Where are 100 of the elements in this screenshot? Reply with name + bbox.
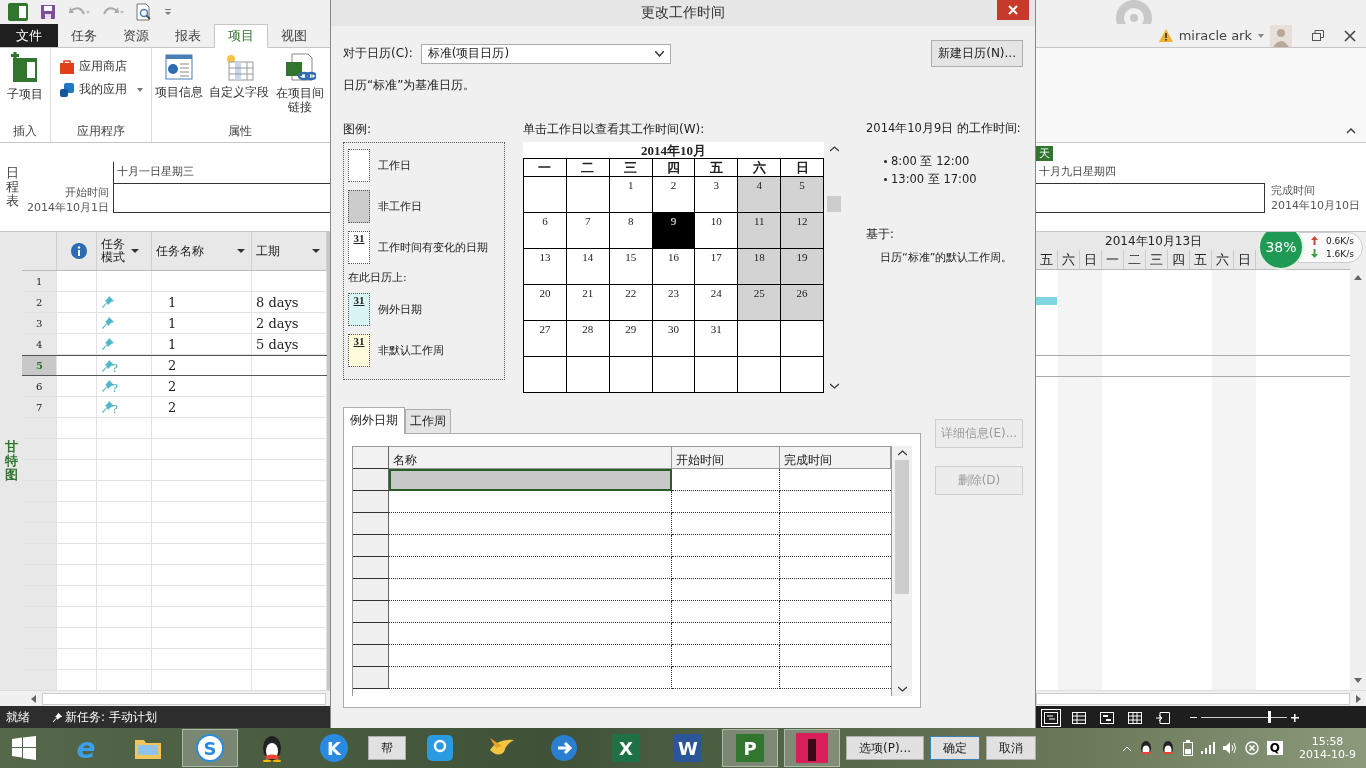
help-button[interactable]: 帮 [368, 736, 406, 760]
windows-start-icon[interactable] [12, 736, 36, 760]
timeline-bar[interactable] [1036, 182, 1265, 213]
account-name[interactable]: miracle ark [1178, 28, 1252, 43]
calendar-day[interactable] [738, 357, 782, 393]
ribbon-tab[interactable]: 报表 [162, 24, 214, 47]
exception-row[interactable] [353, 557, 891, 579]
save-icon[interactable] [40, 4, 56, 20]
calendar-day[interactable]: 15 [609, 249, 653, 285]
dialog-tab[interactable]: 例外日期 [343, 407, 405, 434]
report-icon[interactable] [1156, 711, 1170, 724]
calendar-day[interactable]: 5 [781, 177, 824, 213]
print-preview-icon[interactable] [136, 3, 152, 21]
scroll-up-icon[interactable] [829, 146, 839, 152]
calendar-day[interactable]: 8 [609, 213, 653, 249]
calendar-day[interactable]: 30 [652, 321, 696, 357]
taskbar-app[interactable]: K [306, 729, 362, 767]
scroll-up-icon[interactable] [1354, 274, 1362, 280]
exception-row[interactable] [353, 491, 891, 513]
calendar-day[interactable]: 6 [524, 213, 567, 249]
ribbon-button[interactable]: 我的应用 [57, 81, 145, 98]
calendar-day[interactable]: 22 [609, 285, 653, 321]
exception-row[interactable] [353, 513, 891, 535]
calendar-day[interactable] [781, 321, 824, 357]
zoom-slider[interactable] [1190, 713, 1299, 722]
exception-row[interactable] [353, 667, 891, 689]
calendar-day[interactable]: 10 [695, 213, 739, 249]
calendar-day[interactable]: 29 [609, 321, 653, 357]
calendar-day[interactable] [524, 177, 567, 213]
exception-row[interactable] [353, 601, 891, 623]
ribbon-tab[interactable]: 任务 [58, 24, 110, 47]
ribbon-tab[interactable]: 视图 [268, 24, 320, 47]
restore-icon[interactable] [1312, 30, 1324, 41]
new-task-mode[interactable]: 新任务: 手动计划 [65, 709, 157, 726]
horizontal-scrollbar[interactable] [0, 690, 330, 706]
customize-dropdown-icon[interactable] [164, 8, 172, 16]
calendar-day[interactable]: 25 [738, 285, 782, 321]
scroll-down-icon[interactable] [829, 383, 839, 389]
task-row[interactable]: 2 1 8 days [22, 292, 327, 313]
exception-row[interactable] [353, 469, 891, 491]
show-hidden-icons[interactable] [1122, 745, 1131, 751]
table-scrollbar[interactable] [892, 446, 912, 696]
x-circle-icon[interactable] [1244, 741, 1259, 755]
column-header[interactable]: 完成时间 [780, 447, 891, 469]
calendar-day[interactable] [695, 357, 739, 393]
calendar-day[interactable] [524, 357, 567, 393]
column-header[interactable]: 任务模式 [97, 232, 152, 270]
calendar-day[interactable] [652, 357, 696, 393]
dialog-button[interactable]: 确定 [930, 736, 981, 760]
task-row[interactable]: 5 ? 2 [22, 355, 327, 376]
ribbon-button[interactable]: 自定义字段 [207, 52, 272, 123]
column-header[interactable]: 工期 [252, 232, 327, 270]
scrollbar-thumb[interactable] [827, 196, 841, 212]
close-icon[interactable] [1344, 29, 1356, 42]
task-row[interactable]: 3 1 2 days [22, 313, 327, 334]
zoom-thumb[interactable] [1268, 711, 1272, 723]
calendar-day[interactable]: 7 [566, 213, 610, 249]
calendar-day[interactable] [781, 357, 824, 393]
exception-row[interactable] [353, 623, 891, 645]
ribbon-button[interactable]: 子项目 [5, 52, 45, 123]
calendar-day[interactable]: 27 [524, 321, 567, 357]
calendar-day[interactable]: 31 [695, 321, 739, 357]
taskbar-app[interactable]: S [182, 729, 238, 767]
caret-icon[interactable] [1258, 33, 1264, 38]
calendar-day[interactable]: 28 [566, 321, 610, 357]
calendar-day[interactable] [609, 357, 653, 393]
timeline-bar[interactable] [113, 182, 330, 213]
ribbon-button[interactable]: 项目信息 [153, 52, 206, 123]
calendar-day[interactable]: 4 [738, 177, 782, 213]
resource-sheet-icon[interactable] [1128, 711, 1142, 724]
task-row[interactable]: 6 ? 2 [22, 376, 327, 397]
ribbon-tab[interactable]: 文件 [0, 24, 58, 47]
calendar-dropdown[interactable]: 标准(项目日历) [420, 43, 671, 64]
dialog-button[interactable]: 选项(P)... [846, 736, 925, 760]
calendar-day[interactable]: 19 [781, 249, 824, 285]
battery-icon[interactable] [1182, 740, 1193, 756]
calendar-day[interactable]: 26 [781, 285, 824, 321]
ribbon-button[interactable]: 应用商店 [57, 58, 145, 75]
task-usage-icon[interactable] [1072, 711, 1086, 724]
new-calendar-button[interactable]: 新建日历(N)... [931, 40, 1023, 67]
taskbar-app[interactable] [784, 729, 840, 767]
penguin-icon[interactable] [1138, 740, 1153, 756]
calendar-day[interactable]: 24 [695, 285, 739, 321]
ribbon-tab[interactable]: 资源 [110, 24, 162, 47]
close-button[interactable] [997, 0, 1029, 20]
calendar-day[interactable]: 21 [566, 285, 610, 321]
task-row[interactable]: 1 [22, 271, 327, 292]
taskbar-app[interactable]: W [660, 729, 716, 767]
calendar-day[interactable]: 23 [652, 285, 696, 321]
exception-row[interactable] [353, 645, 891, 667]
calendar-day[interactable]: 13 [524, 249, 567, 285]
calendar-day[interactable]: 20 [524, 285, 567, 321]
volume-icon[interactable] [1222, 742, 1237, 754]
task-row[interactable]: 7 ? 2 [22, 397, 327, 418]
scroll-up-icon[interactable] [897, 450, 907, 456]
tray-app-icon[interactable]: Q [1266, 741, 1284, 755]
calendar-day[interactable]: 3 [695, 177, 739, 213]
exception-row[interactable] [353, 535, 891, 557]
scroll-left-icon[interactable] [30, 694, 38, 703]
calendar-day[interactable] [738, 321, 782, 357]
